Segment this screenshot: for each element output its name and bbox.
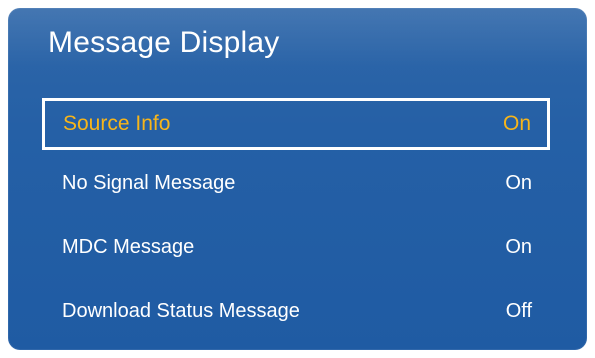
menu-item-mdc-message[interactable]: MDC Message On — [42, 221, 550, 273]
menu-item-label: MDC Message — [62, 235, 195, 258]
menu-item-label: Download Status Message — [62, 299, 300, 322]
menu-item-value: On — [505, 235, 532, 258]
menu-item-source-info[interactable]: Source Info On — [42, 98, 550, 150]
menu-item-value: Off — [505, 299, 532, 322]
menu-item-label: Source Info — [63, 112, 171, 135]
message-display-panel: Message Display Source Info On No Signal… — [8, 8, 587, 350]
menu-item-value: On — [505, 171, 532, 194]
menu-item-label: No Signal Message — [62, 171, 236, 194]
menu-item-no-signal-message[interactable]: No Signal Message On — [42, 157, 550, 209]
menu-item-value: On — [502, 112, 531, 135]
menu-item-download-status-message[interactable]: Download Status Message Off — [42, 285, 550, 337]
page-title: Message Display — [48, 26, 280, 59]
